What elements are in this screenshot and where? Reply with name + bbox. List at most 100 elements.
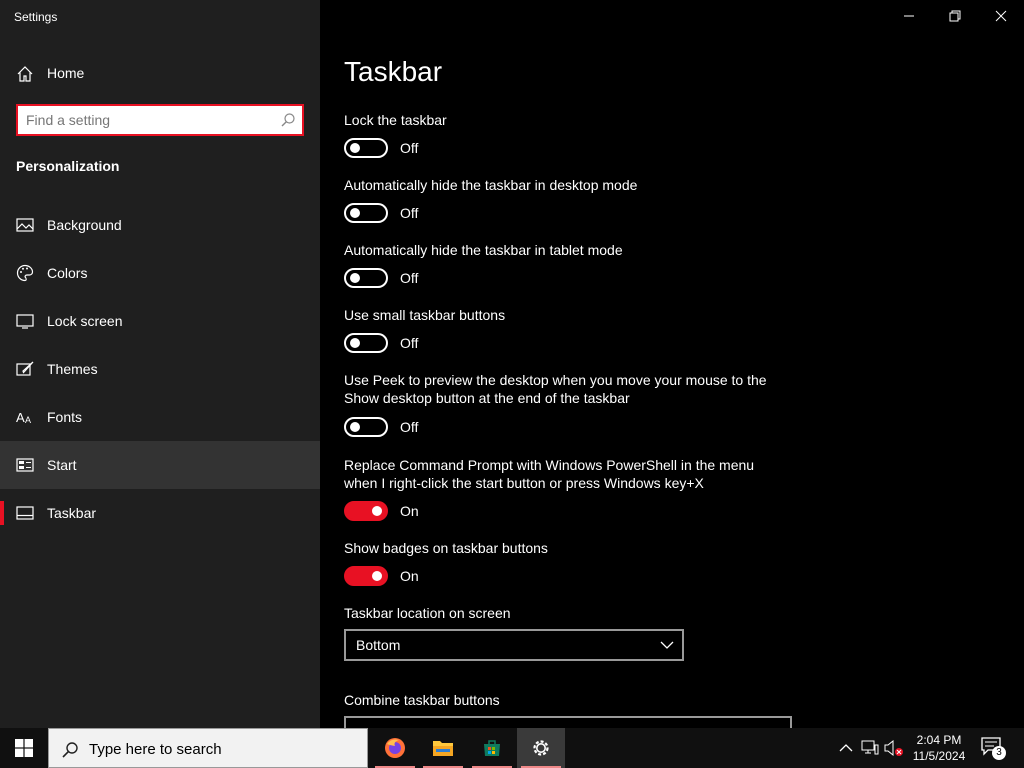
sidebar-item-label: Colors xyxy=(47,265,88,281)
restore-icon xyxy=(949,10,961,22)
sidebar-item-label: Start xyxy=(47,457,77,473)
sidebar-item-start[interactable]: Start xyxy=(0,441,320,489)
setting-label: Replace Command Prompt with Windows Powe… xyxy=(344,457,755,491)
selected-indicator xyxy=(0,501,4,525)
close-button[interactable] xyxy=(978,0,1024,32)
start-button[interactable] xyxy=(0,728,48,768)
setting-label: Combine taskbar buttons xyxy=(344,692,500,708)
dropdown-value: Bottom xyxy=(356,637,401,653)
settings-search-input[interactable] xyxy=(26,111,276,129)
firefox-icon xyxy=(385,738,405,758)
setting-autohide-tablet: Automatically hide the taskbar in tablet… xyxy=(344,241,784,259)
settings-gear-icon xyxy=(533,740,549,756)
sidebar-item-lock-screen[interactable]: Lock screen xyxy=(0,297,320,345)
toggle-state: Off xyxy=(400,270,419,286)
peek-toggle[interactable] xyxy=(344,417,388,437)
home-button[interactable]: Home xyxy=(0,57,320,89)
lock-taskbar-toggle[interactable] xyxy=(344,138,388,158)
sidebar: Settings Home Personalization Background… xyxy=(0,0,320,728)
svg-text:A: A xyxy=(25,415,31,425)
sidebar-item-label: Lock screen xyxy=(47,313,123,329)
app-title: Settings xyxy=(14,10,58,24)
brush-icon xyxy=(16,361,34,376)
taskbar-app-store[interactable] xyxy=(468,728,516,768)
setting-label: Lock the taskbar xyxy=(344,112,447,128)
file-explorer-icon xyxy=(433,741,453,756)
combine-buttons-dropdown[interactable] xyxy=(344,716,792,728)
toggle-state: On xyxy=(400,503,419,519)
show-hidden-icons-button[interactable] xyxy=(836,738,856,758)
setting-label: Taskbar location on screen xyxy=(344,605,511,621)
home-label: Home xyxy=(47,65,85,81)
chevron-up-icon xyxy=(839,744,853,752)
main-content: Taskbar Lock the taskbar Off Automatical… xyxy=(320,0,1024,728)
clock-date: 11/5/2024 xyxy=(912,749,966,763)
setting-powershell: Replace Command Prompt with Windows Powe… xyxy=(344,456,774,492)
home-icon xyxy=(17,66,33,82)
sidebar-item-label: Background xyxy=(47,217,122,233)
setting-label: Automatically hide the taskbar in deskto… xyxy=(344,177,638,193)
setting-location: Taskbar location on screen xyxy=(344,604,784,622)
setting-label: Use Peek to preview the desktop when you… xyxy=(344,372,767,406)
palette-icon xyxy=(16,264,34,282)
volume-tray-button[interactable] xyxy=(884,738,904,758)
sidebar-item-label: Themes xyxy=(47,361,98,377)
sidebar-item-fonts[interactable]: AA Fonts xyxy=(0,393,320,441)
setting-lock-taskbar: Lock the taskbar xyxy=(344,111,784,129)
autohide-tablet-toggle[interactable] xyxy=(344,268,388,288)
toggle-state: On xyxy=(400,568,419,584)
clock-time: 2:04 PM xyxy=(916,733,962,747)
badges-toggle[interactable] xyxy=(344,566,388,586)
svg-text:A: A xyxy=(16,410,25,425)
taskbar-clock[interactable]: 2:04 PM 11/5/2024 xyxy=(906,732,972,764)
search-icon[interactable] xyxy=(280,112,296,128)
toggle-state: Off xyxy=(400,140,419,156)
close-icon xyxy=(995,10,1007,22)
store-icon xyxy=(484,740,500,756)
sidebar-item-label: Fonts xyxy=(47,409,83,425)
small-buttons-toggle[interactable] xyxy=(344,333,388,353)
toggle-state: Off xyxy=(400,335,419,351)
sidebar-item-taskbar[interactable]: Taskbar xyxy=(0,489,320,537)
notification-count-badge: 3 xyxy=(992,746,1006,760)
section-title: Personalization xyxy=(16,158,120,174)
windows-taskbar: Type here to search 2:04 PM 11/5/2024 3 xyxy=(0,728,1024,768)
network-tray-button[interactable] xyxy=(860,738,880,758)
setting-small-buttons: Use small taskbar buttons xyxy=(344,306,784,324)
search-icon xyxy=(62,742,78,758)
taskbar-search-text: Type here to search xyxy=(89,741,222,758)
sidebar-item-label: Taskbar xyxy=(47,505,97,521)
setting-peek: Use Peek to preview the desktop when you… xyxy=(344,371,774,407)
network-icon xyxy=(861,740,879,755)
monitor-icon xyxy=(16,314,34,329)
start-grid-icon xyxy=(16,458,34,472)
minimize-icon xyxy=(904,15,914,17)
action-center-button[interactable]: 3 xyxy=(980,736,1008,760)
chevron-down-icon xyxy=(660,641,674,649)
sidebar-item-background[interactable]: Background xyxy=(0,201,320,249)
toggle-state: Off xyxy=(400,419,419,435)
taskbar-app-file-explorer[interactable] xyxy=(419,728,467,768)
autohide-desktop-toggle[interactable] xyxy=(344,203,388,223)
image-icon xyxy=(16,218,34,232)
taskbar-app-settings[interactable] xyxy=(517,728,565,768)
taskbar-app-firefox[interactable] xyxy=(371,728,419,768)
setting-autohide-desktop: Automatically hide the taskbar in deskto… xyxy=(344,176,784,194)
taskbar-icon xyxy=(16,506,34,520)
restore-button[interactable] xyxy=(932,0,978,32)
setting-badges: Show badges on taskbar buttons xyxy=(344,539,784,557)
windows-logo-icon xyxy=(15,739,33,757)
taskbar-search-box[interactable]: Type here to search xyxy=(48,728,368,768)
page-title: Taskbar xyxy=(344,56,443,87)
setting-combine: Combine taskbar buttons xyxy=(344,691,784,709)
font-icon: AA xyxy=(16,410,31,425)
sidebar-item-colors[interactable]: Colors xyxy=(0,249,320,297)
setting-label: Show badges on taskbar buttons xyxy=(344,540,548,556)
toggle-state: Off xyxy=(400,205,419,221)
sidebar-item-themes[interactable]: Themes xyxy=(0,345,320,393)
setting-label: Automatically hide the taskbar in tablet… xyxy=(344,242,623,258)
powershell-toggle[interactable] xyxy=(344,501,388,521)
settings-search-box[interactable] xyxy=(16,104,304,136)
taskbar-location-dropdown[interactable]: Bottom xyxy=(344,629,684,661)
minimize-button[interactable] xyxy=(886,0,932,32)
